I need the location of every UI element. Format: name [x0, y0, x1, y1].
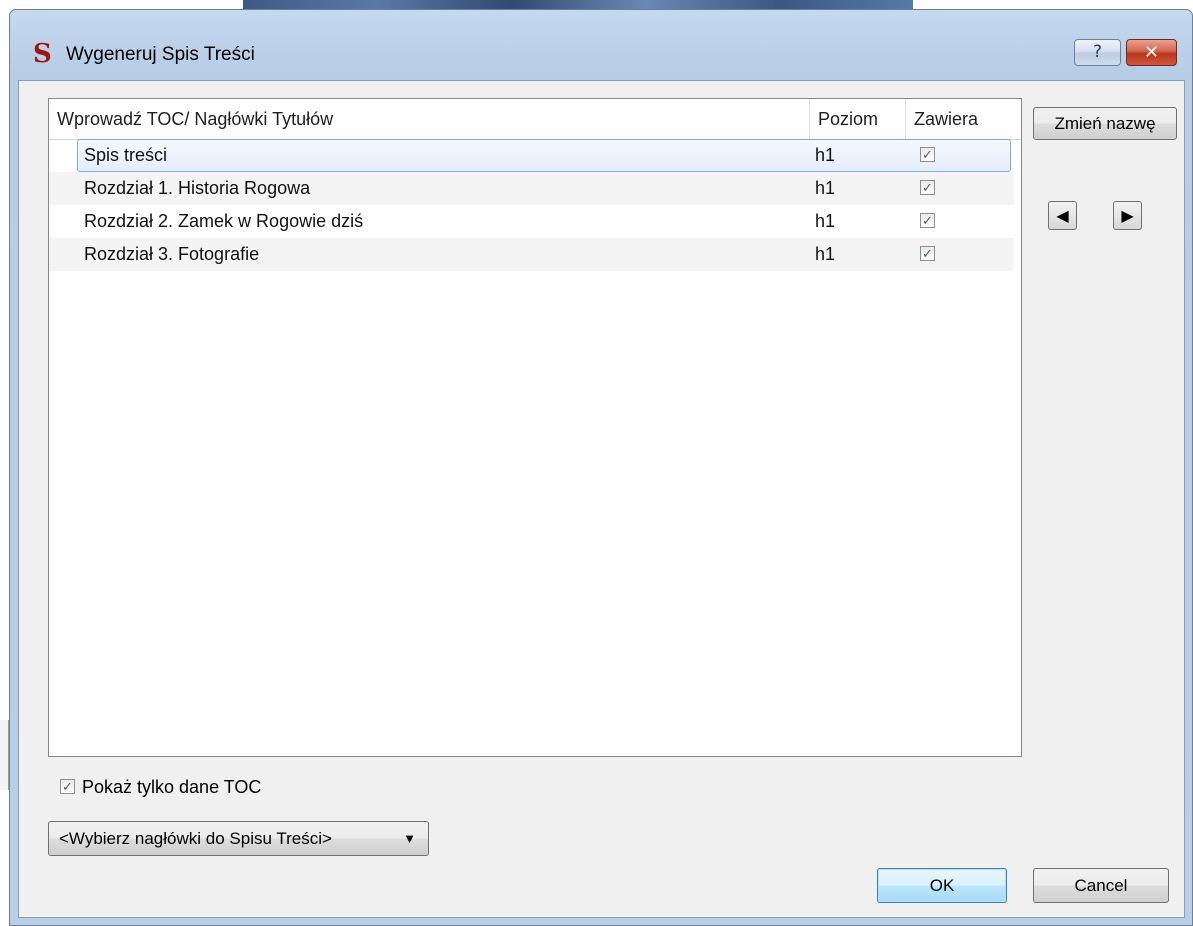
row-level[interactable]: h1: [815, 205, 835, 238]
checkmark-icon: ✓: [922, 246, 933, 261]
app-logo-icon: S: [33, 39, 52, 69]
help-button[interactable]: ?: [1074, 39, 1121, 66]
increase-level-button[interactable]: ▶: [1113, 201, 1142, 230]
table-row[interactable]: Spis treści h1 ✓: [49, 139, 1014, 172]
window-title: Wygeneruj Spis Treści: [66, 44, 255, 65]
row-selection-highlight: [77, 139, 1011, 172]
checkmark-icon: ✓: [922, 180, 933, 195]
row-level[interactable]: h1: [815, 238, 835, 271]
row-include-checkbox[interactable]: ✓: [920, 213, 935, 228]
row-title[interactable]: Spis treści: [84, 139, 167, 172]
toc-headings-table: Wprowadź TOC/ Nagłówki Tytułów Poziom Za…: [48, 98, 1022, 757]
show-toc-only-checkbox[interactable]: ✓: [60, 779, 75, 794]
show-toc-only-label[interactable]: Pokaż tylko dane TOC: [82, 777, 261, 797]
checkmark-icon: ✓: [922, 213, 933, 228]
close-button[interactable]: ✕: [1126, 39, 1177, 66]
row-title[interactable]: Rozdział 2. Zamek w Rogowie dziś: [84, 205, 363, 238]
row-level[interactable]: h1: [815, 172, 835, 205]
triangle-right-icon: ▶: [1121, 206, 1134, 225]
row-include-checkbox[interactable]: ✓: [920, 246, 935, 261]
row-include-checkbox[interactable]: ✓: [920, 180, 935, 195]
ok-button[interactable]: OK: [877, 868, 1007, 903]
table-header: Wprowadź TOC/ Nagłówki Tytułów Poziom Za…: [49, 99, 1021, 140]
checkmark-icon: ✓: [62, 779, 73, 794]
column-header-include[interactable]: Zawiera: [906, 99, 1016, 139]
background-window-edge: [0, 720, 9, 790]
dropdown-value: <Wybierz nagłówki do Spisu Treści>: [59, 829, 332, 848]
column-header-headings[interactable]: Wprowadź TOC/ Nagłówki Tytułów: [49, 99, 810, 139]
row-title[interactable]: Rozdział 3. Fotografie: [84, 238, 259, 271]
column-header-level[interactable]: Poziom: [810, 99, 906, 139]
table-row[interactable]: Rozdział 3. Fotografie h1 ✓: [49, 238, 1014, 271]
chevron-down-icon: ▼: [403, 831, 416, 846]
triangle-left-icon: ◀: [1056, 206, 1069, 225]
decrease-level-button[interactable]: ◀: [1048, 201, 1077, 230]
table-row[interactable]: Rozdział 1. Historia Rogowa h1 ✓: [49, 172, 1014, 205]
cancel-button[interactable]: Cancel: [1033, 868, 1169, 903]
dialog-client-area: Wprowadź TOC/ Nagłówki Tytułów Poziom Za…: [18, 80, 1185, 918]
checkmark-icon: ✓: [922, 147, 933, 162]
rename-button[interactable]: Zmień nazwę: [1033, 107, 1177, 140]
row-title[interactable]: Rozdział 1. Historia Rogowa: [84, 172, 310, 205]
table-row[interactable]: Rozdział 2. Zamek w Rogowie dziś h1 ✓: [49, 205, 1014, 238]
row-level[interactable]: h1: [815, 139, 835, 172]
title-bar: S Wygeneruj Spis Treści ? ✕: [10, 10, 1192, 80]
dialog-window: S Wygeneruj Spis Treści ? ✕ Wprowadź TOC…: [9, 9, 1193, 926]
heading-select-dropdown[interactable]: <Wybierz nagłówki do Spisu Treści> ▼: [48, 821, 429, 856]
row-include-checkbox[interactable]: ✓: [920, 147, 935, 162]
